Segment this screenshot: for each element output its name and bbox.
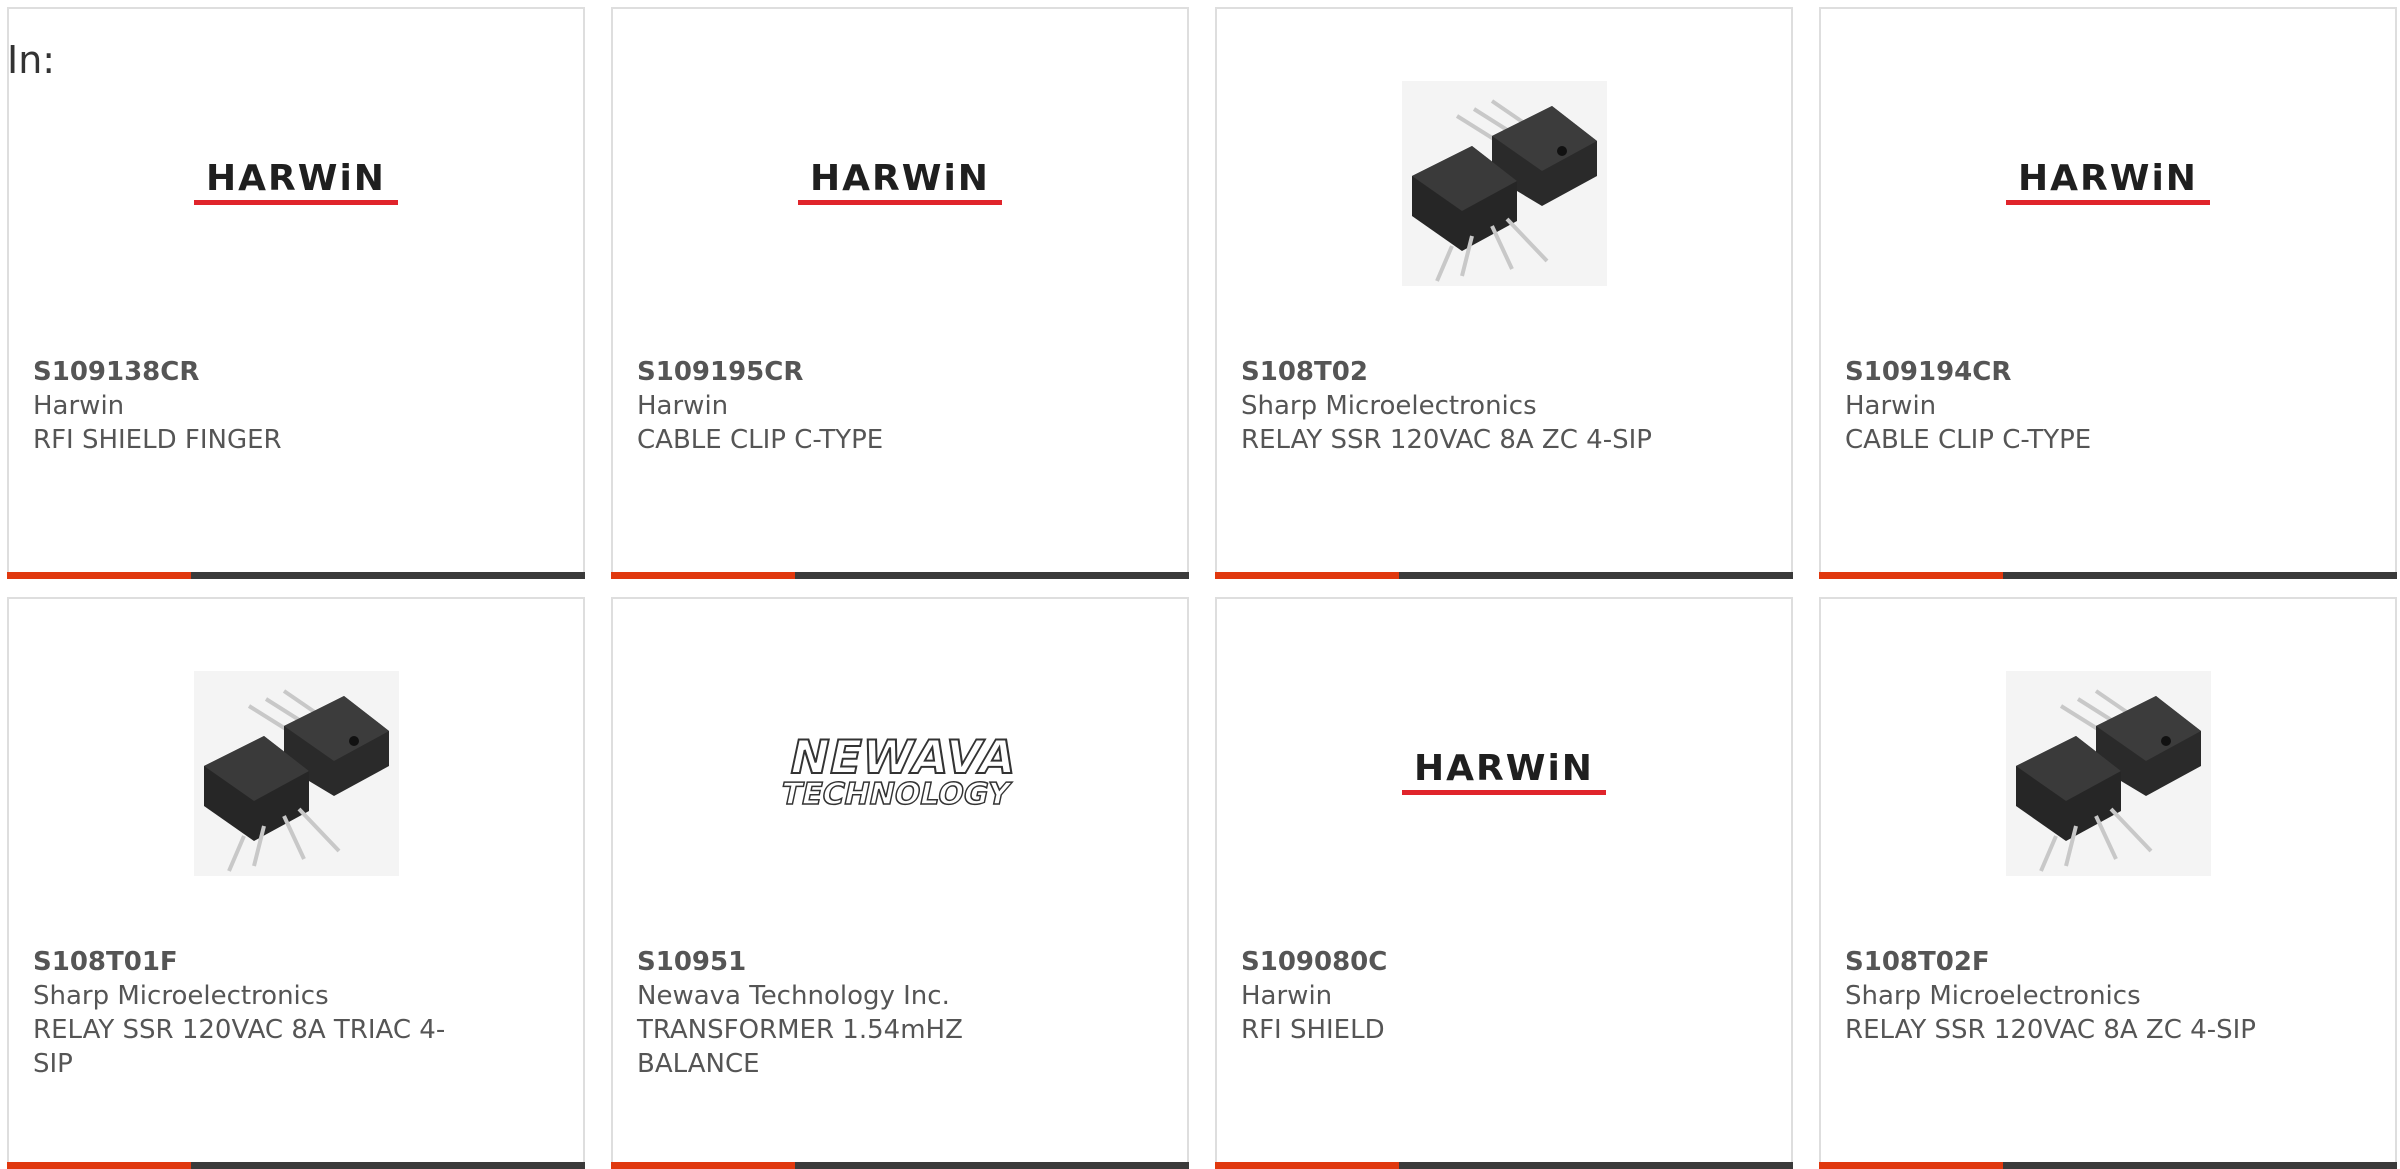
card-bottom-bar [1819, 572, 2397, 579]
product-image[interactable]: HARWiN [1821, 75, 2395, 291]
product-card[interactable]: HARWiN S109194CR Harwin CABLE CLIP C-TYP… [1819, 7, 2397, 579]
manufacturer-name: Harwin [637, 391, 729, 421]
product-card[interactable]: HARWiN S109080C Harwin RFI SHIELD [1215, 597, 1793, 1169]
product-description: CABLE CLIP C-TYPE [1845, 425, 2092, 455]
part-number[interactable]: S108T02F [1845, 945, 2265, 979]
part-number[interactable]: S108T01F [33, 945, 453, 979]
harwin-logo: HARWiN [2006, 161, 2210, 205]
product-description: RELAY SSR 120VAC 8A TRIAC 4-SIP [33, 1015, 446, 1079]
manufacturer-name: Sharp Microelectronics [1845, 981, 2141, 1011]
product-image[interactable] [1217, 75, 1791, 291]
product-description: TRANSFORMER 1.54mHZ BALANCE [637, 1015, 963, 1079]
product-card[interactable]: HARWiN S109195CR Harwin CABLE CLIP C-TYP… [611, 7, 1189, 579]
card-bottom-bar [611, 1162, 1189, 1169]
harwin-logo: HARWiN [194, 161, 398, 205]
product-description: CABLE CLIP C-TYPE [637, 425, 884, 455]
part-number[interactable]: S10951 [637, 945, 1057, 979]
relay-photo [2005, 670, 2211, 876]
newava-logo: NEWAVA TECHNOLOGY [777, 729, 1023, 813]
harwin-logo: HARWiN [1402, 751, 1606, 795]
manufacturer-name: Harwin [33, 391, 125, 421]
card-bottom-bar [611, 572, 1189, 579]
page-heading: In: [7, 38, 56, 82]
manufacturer-name: Harwin [1241, 981, 1333, 1011]
product-description: RELAY SSR 120VAC 8A ZC 4-SIP [1845, 1015, 2256, 1045]
harwin-logo: HARWiN [798, 161, 1002, 205]
manufacturer-name: Harwin [1845, 391, 1937, 421]
part-number[interactable]: S109138CR [33, 355, 453, 389]
product-card[interactable]: S108T01F Sharp Microelectronics RELAY SS… [7, 597, 585, 1169]
part-number[interactable]: S109195CR [637, 355, 1057, 389]
product-image[interactable]: HARWiN [9, 75, 583, 291]
product-card[interactable]: NEWAVA TECHNOLOGY S10951 Newava Technolo… [611, 597, 1189, 1169]
card-bottom-bar [1215, 572, 1793, 579]
product-description: RFI SHIELD [1241, 1015, 1385, 1045]
part-number[interactable]: S108T02 [1241, 355, 1661, 389]
product-image[interactable] [9, 665, 583, 881]
manufacturer-name: Newava Technology Inc. [637, 981, 950, 1011]
card-bottom-bar [1819, 1162, 2397, 1169]
product-image[interactable]: NEWAVA TECHNOLOGY [613, 665, 1187, 881]
product-card[interactable]: S108T02 Sharp Microelectronics RELAY SSR… [1215, 7, 1793, 579]
product-description: RFI SHIELD FINGER [33, 425, 282, 455]
part-number[interactable]: S109194CR [1845, 355, 2265, 389]
manufacturer-name: Sharp Microelectronics [33, 981, 329, 1011]
part-number[interactable]: S109080C [1241, 945, 1661, 979]
relay-photo [1401, 80, 1607, 286]
card-bottom-bar [7, 572, 585, 579]
product-image[interactable] [1821, 665, 2395, 881]
product-card[interactable]: HARWiN S109138CR Harwin RFI SHIELD FINGE… [7, 7, 585, 579]
product-card[interactable]: S108T02F Sharp Microelectronics RELAY SS… [1819, 597, 2397, 1169]
product-image[interactable]: HARWiN [1217, 665, 1791, 881]
product-description: RELAY SSR 120VAC 8A ZC 4-SIP [1241, 425, 1652, 455]
card-bottom-bar [1215, 1162, 1793, 1169]
relay-photo [193, 670, 399, 876]
card-bottom-bar [7, 1162, 585, 1169]
product-image[interactable]: HARWiN [613, 75, 1187, 291]
manufacturer-name: Sharp Microelectronics [1241, 391, 1537, 421]
